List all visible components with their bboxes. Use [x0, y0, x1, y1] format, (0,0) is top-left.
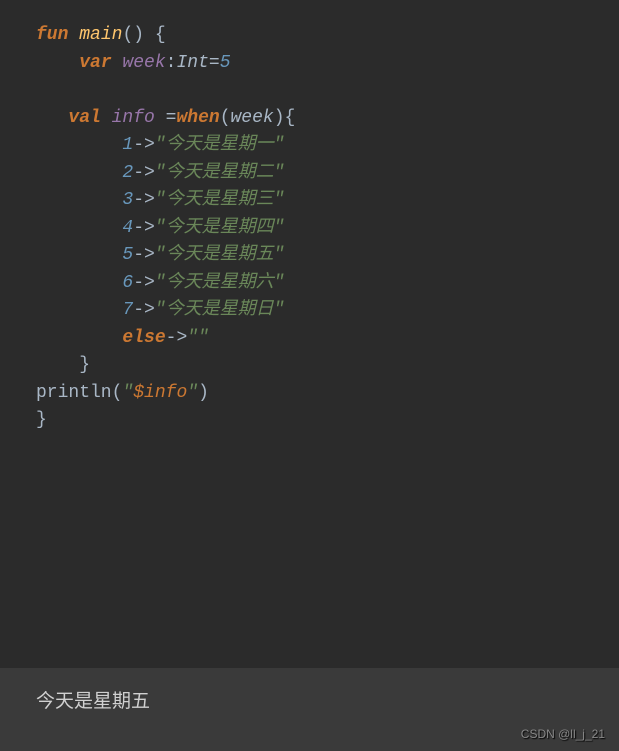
keyword-else: else: [122, 328, 165, 348]
code-line: }: [36, 407, 619, 435]
watermark: CSDN @ll_j_21: [521, 727, 605, 741]
string-literal: "今天是星期日": [155, 300, 285, 320]
string-literal: "今天是星期六": [155, 273, 285, 293]
string-literal: "今天是星期一": [155, 135, 285, 155]
keyword-when: when: [176, 108, 219, 128]
code-line: 1->"今天是星期一": [36, 132, 619, 160]
keyword-val: val: [68, 108, 100, 128]
code-line: println("$info"): [36, 380, 619, 408]
string-literal: "今天是星期四": [155, 218, 285, 238]
number-literal: 5: [220, 53, 231, 73]
code-line: }: [36, 352, 619, 380]
code-line: fun main() {: [36, 22, 619, 50]
keyword-fun: fun: [36, 25, 68, 45]
number-literal: 3: [122, 190, 133, 210]
number-literal: 1: [122, 135, 133, 155]
code-editor: fun main() { var week:Int=5 val info =wh…: [0, 0, 619, 668]
output-console: 今天是星期五 CSDN @ll_j_21: [0, 668, 619, 751]
string-literal: "今天是星期二": [155, 163, 285, 183]
number-literal: 2: [122, 163, 133, 183]
variable-name: info: [112, 108, 155, 128]
string-literal: "": [187, 328, 209, 348]
output-text: 今天是星期五: [36, 691, 150, 713]
function-name: main: [79, 25, 122, 45]
string-literal: "今天是星期三": [155, 190, 285, 210]
string-literal: "今天是星期五": [155, 245, 285, 265]
type-name: Int: [176, 53, 208, 73]
code-line: else->"": [36, 325, 619, 353]
code-line: var week:Int=5: [36, 50, 619, 78]
keyword-var: var: [79, 53, 111, 73]
number-literal: 4: [122, 218, 133, 238]
number-literal: 7: [122, 300, 133, 320]
code-line: 6->"今天是星期六": [36, 270, 619, 298]
code-line: val info =when(week){: [36, 105, 619, 133]
number-literal: 5: [122, 245, 133, 265]
code-line-blank: [36, 77, 619, 105]
code-line: 2->"今天是星期二": [36, 160, 619, 188]
string-template: $info: [133, 383, 187, 403]
code-line: 3->"今天是星期三": [36, 187, 619, 215]
number-literal: 6: [122, 273, 133, 293]
code-line: 5->"今天是星期五": [36, 242, 619, 270]
code-line: 7->"今天是星期日": [36, 297, 619, 325]
code-line: 4->"今天是星期四": [36, 215, 619, 243]
function-call: println: [36, 383, 112, 403]
variable-name: week: [122, 53, 165, 73]
